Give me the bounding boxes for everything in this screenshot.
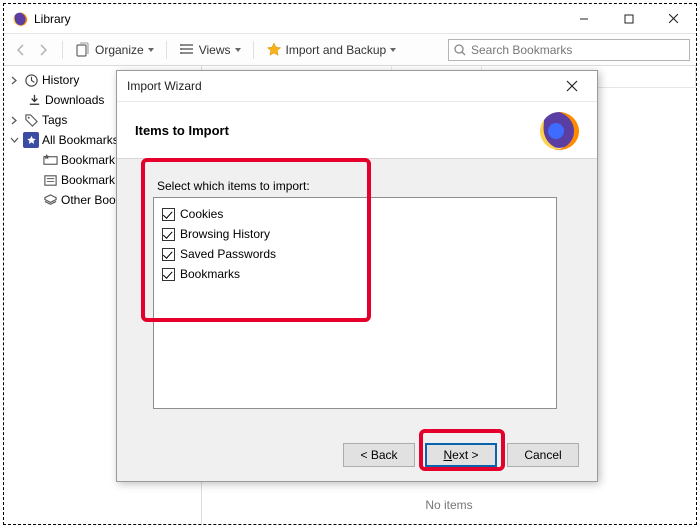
tree-label: All Bookmarks <box>42 133 119 147</box>
import-backup-menu[interactable]: Import and Backup <box>262 39 401 61</box>
checkbox-icon <box>162 228 175 241</box>
checkbox-saved-passwords[interactable]: Saved Passwords <box>162 244 548 264</box>
back-button[interactable]: < Back <box>343 443 415 467</box>
maximize-button[interactable] <box>606 4 651 33</box>
cancel-button[interactable]: Cancel <box>507 443 579 467</box>
library-title: Library <box>34 12 71 26</box>
checkbox-bookmarks[interactable]: Bookmarks <box>162 264 548 284</box>
organize-icon <box>75 42 91 58</box>
window-controls <box>561 4 696 33</box>
firefox-logo <box>539 110 579 150</box>
chevron-down-icon <box>235 48 241 52</box>
items-list: Cookies Browsing History Saved Passwords… <box>153 197 557 409</box>
bookmark-bar-icon <box>42 152 58 168</box>
separator <box>253 41 254 59</box>
tag-icon <box>23 112 39 128</box>
chevron-down-icon <box>390 48 396 52</box>
wizard-body: Select which items to import: Cookies Br… <box>117 159 597 429</box>
chevron-down-icon <box>148 48 154 52</box>
wizard-title: Import Wizard <box>127 79 202 93</box>
tree-label: Downloads <box>45 93 104 107</box>
wizard-heading: Items to Import <box>135 123 229 138</box>
views-menu[interactable]: Views <box>175 39 245 61</box>
other-bookmarks-icon <box>42 192 58 208</box>
close-button[interactable] <box>651 4 696 33</box>
wizard-footer: < Back Next > Cancel <box>117 429 597 481</box>
star-icon <box>266 42 282 58</box>
checkbox-browsing-history[interactable]: Browsing History <box>162 224 548 244</box>
checkbox-label: Cookies <box>180 207 223 221</box>
chevron-right-icon <box>8 74 20 86</box>
organize-label: Organize <box>95 43 144 57</box>
wizard-header: Items to Import <box>117 101 597 159</box>
all-bookmarks-icon <box>23 132 39 148</box>
tree-label: Tags <box>42 113 67 127</box>
separator <box>62 41 63 59</box>
checkbox-icon <box>162 248 175 261</box>
nav-forward-button[interactable] <box>32 39 54 61</box>
bookmark-menu-icon <box>42 172 58 188</box>
views-icon <box>179 42 195 58</box>
checkbox-label: Saved Passwords <box>180 247 276 261</box>
chevron-right-icon <box>8 114 20 126</box>
checkbox-label: Browsing History <box>180 227 270 241</box>
download-icon <box>26 92 42 108</box>
search-icon <box>453 43 467 57</box>
checkbox-icon <box>162 208 175 221</box>
search-placeholder: Search Bookmarks <box>471 43 572 57</box>
organize-menu[interactable]: Organize <box>71 39 158 61</box>
library-titlebar: Library <box>4 4 696 34</box>
wizard-close-button[interactable] <box>557 71 587 101</box>
screenshot-frame: Library Organize Views <box>3 3 697 525</box>
checkbox-cookies[interactable]: Cookies <box>162 204 548 224</box>
tree-label: History <box>42 73 79 87</box>
select-items-label: Select which items to import: <box>157 179 561 193</box>
import-backup-label: Import and Backup <box>286 43 387 57</box>
separator <box>166 41 167 59</box>
nav-back-button[interactable] <box>10 39 32 61</box>
wizard-titlebar: Import Wizard <box>117 71 597 101</box>
library-toolbar: Organize Views Import and Backup Search … <box>4 34 696 66</box>
chevron-down-icon <box>8 134 20 146</box>
checkbox-label: Bookmarks <box>180 267 240 281</box>
next-button[interactable]: Next > <box>425 443 497 467</box>
history-icon <box>23 72 39 88</box>
no-items-label: No items <box>202 498 696 512</box>
minimize-button[interactable] <box>561 4 606 33</box>
checkbox-icon <box>162 268 175 281</box>
import-wizard-dialog: Import Wizard Items to Import Select whi… <box>116 70 598 482</box>
search-input[interactable]: Search Bookmarks <box>448 39 690 61</box>
views-label: Views <box>199 43 231 57</box>
firefox-icon <box>12 11 28 27</box>
